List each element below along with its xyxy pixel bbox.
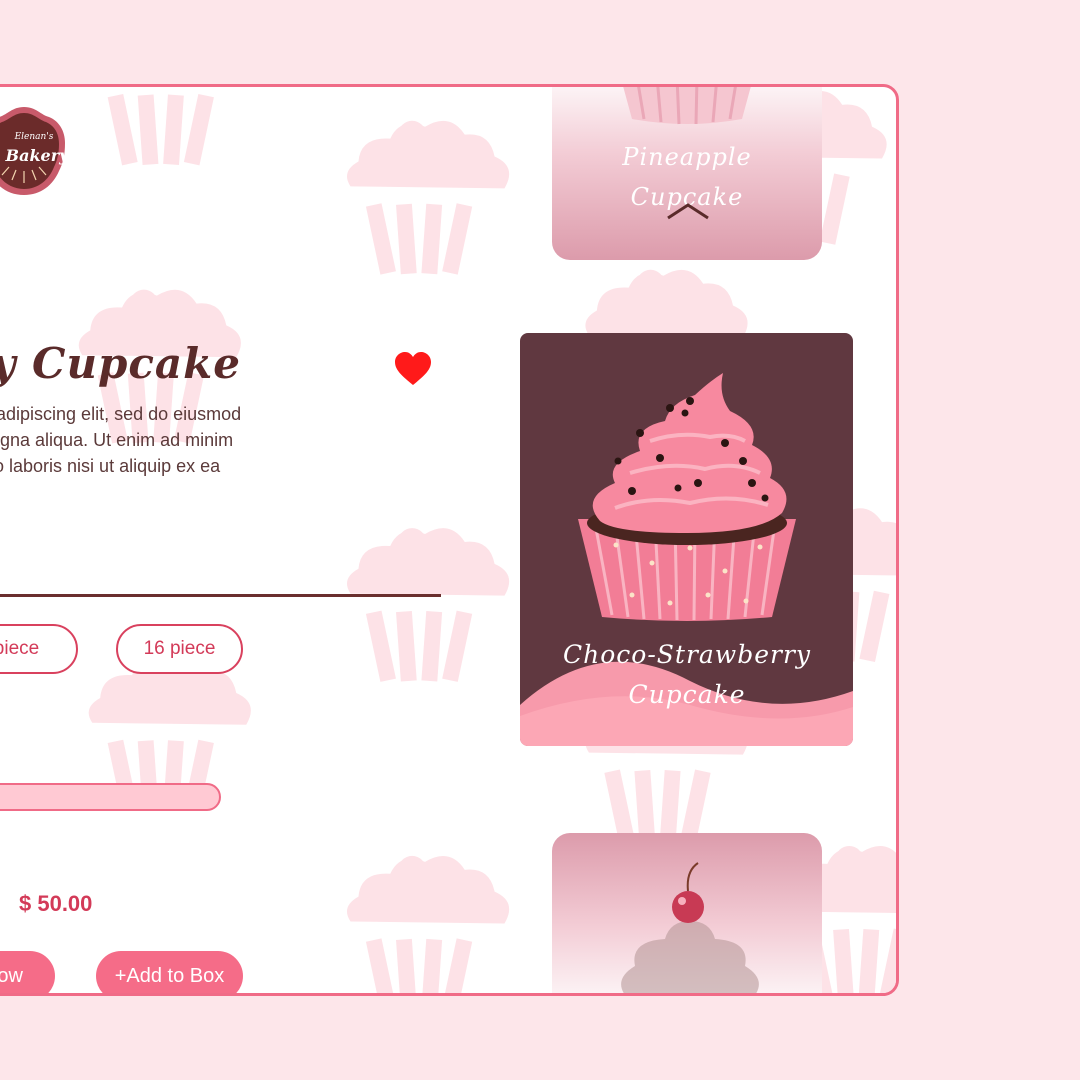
add-to-box-label: +Add to Box [114, 964, 225, 987]
product-title: y Cupcake [0, 339, 241, 388]
pattern-cupcake [346, 855, 510, 993]
buy-now-label: ow [0, 964, 23, 987]
logo-line1: Elenan's [14, 132, 54, 142]
product-price: $ 50.00 [19, 891, 93, 916]
heart-icon[interactable] [394, 351, 432, 387]
bakery-logo[interactable]: Elenan's Bakery [0, 105, 69, 197]
pattern-cupcake [88, 87, 251, 167]
section-divider [0, 594, 441, 597]
card-label-current: Choco-Strawberry Cupcake [562, 640, 812, 709]
size-option-label: piece [0, 638, 40, 659]
buy-now-button[interactable]: ow [0, 951, 55, 993]
product-panel: Elenan's Bakery y Cupcake ur adipiscing … [0, 84, 899, 996]
chevron-up-icon[interactable] [664, 201, 712, 221]
pattern-cupcake [346, 120, 510, 276]
quantity-field[interactable] [0, 783, 221, 811]
size-option-1[interactable]: piece [0, 624, 78, 674]
size-option-16[interactable]: 16 piece [116, 624, 243, 674]
product-description: ur adipiscing elit, sed do eiusmod magna… [0, 404, 242, 476]
carousel-card-current[interactable]: Choco-Strawberry Cupcake [520, 333, 853, 746]
pattern-cupcake [346, 528, 510, 684]
cupcake-image [623, 87, 751, 125]
logo-line2: Bakery [5, 146, 69, 165]
carousel-card-next[interactable] [552, 833, 822, 993]
cherry-cupcake-image [621, 862, 759, 993]
carousel-card-prev[interactable]: Pineapple Cupcake [552, 87, 822, 260]
add-to-box-button[interactable]: +Add to Box [96, 951, 243, 993]
size-option-label: 16 piece [143, 638, 216, 659]
